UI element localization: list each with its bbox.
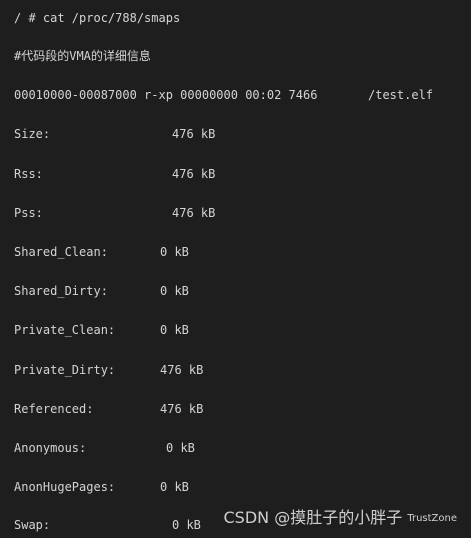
field-value-private-dirty: 476 kB	[160, 363, 204, 377]
field-key-referenced: Referenced:	[14, 402, 94, 416]
field-key-private-clean: Private_Clean:	[14, 323, 116, 337]
csdn-watermark: CSDN @摸肚子的小胖子 TrustZone	[224, 504, 458, 528]
trustzone-overlay: TrustZone	[407, 513, 457, 524]
field-value-shared-clean: 0 kB	[160, 245, 189, 259]
field-value-size: 476 kB	[172, 127, 216, 141]
command-line: / # cat /proc/788/smaps	[14, 11, 181, 25]
field-key-size: Size:	[14, 127, 51, 141]
field-key-rss: Rss:	[14, 167, 43, 181]
comment-line: #代码段的VMA的详细信息	[14, 49, 151, 63]
field-key-shared-clean: Shared_Clean:	[14, 245, 108, 259]
vma-line: 00010000-00087000 r-xp 00000000 00:02 74…	[14, 88, 434, 102]
field-value-anonymous: 0 kB	[166, 441, 195, 455]
watermark-text: CSDN @摸肚子的小胖子	[223, 508, 403, 527]
field-value-private-clean: 0 kB	[160, 323, 189, 337]
field-key-anonhugepages: AnonHugePages:	[14, 480, 116, 494]
field-key-shared-dirty: Shared_Dirty:	[14, 284, 108, 298]
field-value-referenced: 476 kB	[160, 402, 204, 416]
field-key-private-dirty: Private_Dirty:	[14, 363, 116, 377]
field-value-anonhugepages: 0 kB	[160, 480, 189, 494]
terminal-window: / # cat /proc/788/smaps #代码段的VMA的详细信息 00…	[0, 0, 471, 538]
field-key-swap: Swap:	[14, 518, 51, 532]
field-value-shared-dirty: 0 kB	[160, 284, 189, 298]
field-value-swap: 0 kB	[172, 518, 201, 532]
field-key-anonymous: Anonymous:	[14, 441, 87, 455]
field-value-rss: 476 kB	[172, 167, 216, 181]
field-value-pss: 476 kB	[172, 206, 216, 220]
field-key-pss: Pss:	[14, 206, 43, 220]
